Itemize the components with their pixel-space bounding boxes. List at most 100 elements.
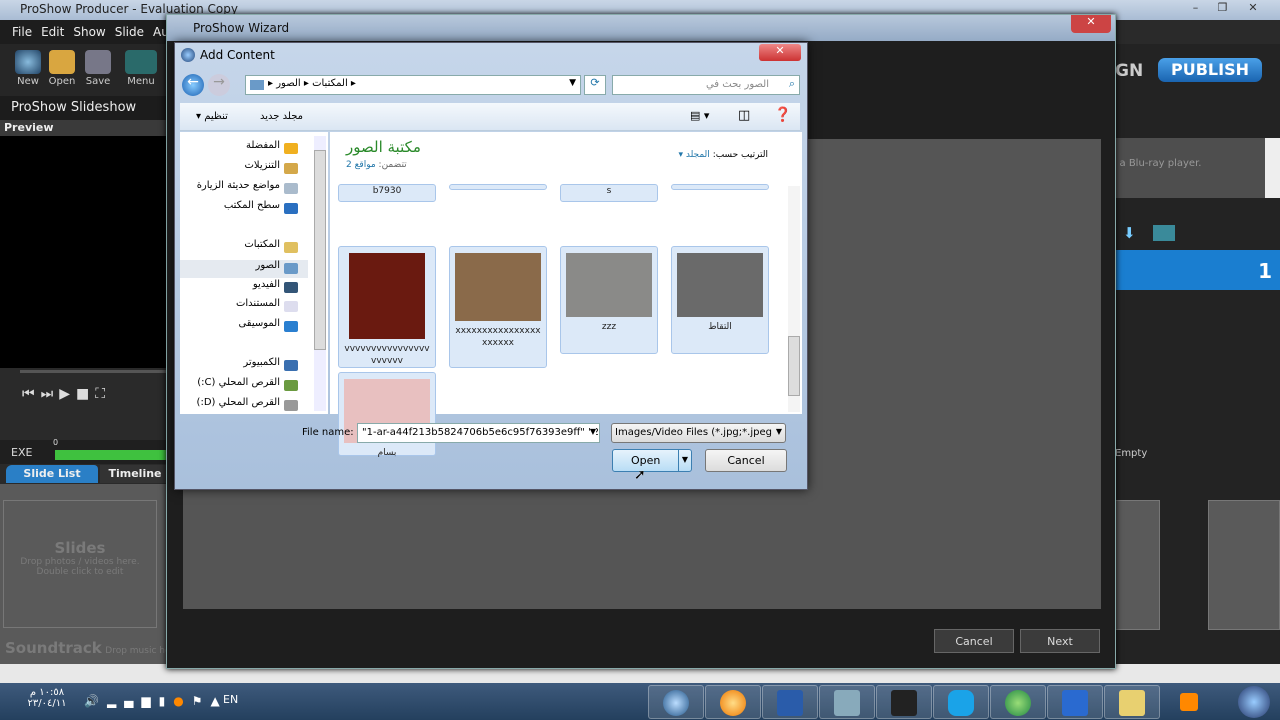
- file-tile[interactable]: b7930: [338, 184, 436, 202]
- taskbar-media[interactable]: [1161, 685, 1217, 719]
- breadcrumb-libraries[interactable]: المكتبات: [312, 78, 348, 89]
- wizard-close-button[interactable]: ✕: [1071, 15, 1111, 33]
- nav-item-label: سطح المكتب: [223, 200, 280, 211]
- nav-item[interactable]: الصور: [180, 260, 308, 278]
- slides-dropzone[interactable]: Slides Drop photos / videos here. Double…: [3, 500, 157, 628]
- nav-item[interactable]: التنزيلات: [180, 160, 308, 178]
- filename-dropdown-icon[interactable]: ▼: [589, 427, 596, 436]
- preview-scrubber[interactable]: [20, 370, 170, 373]
- file-tile[interactable]: xxxxxxxxxxxxxxxxxxxxxx: [449, 246, 547, 368]
- file-tile[interactable]: [449, 184, 547, 190]
- move-down-icon[interactable]: ⬇: [1123, 224, 1136, 242]
- nav-item[interactable]: سطح المكتب: [180, 200, 308, 218]
- nav-item[interactable]: المكتبات: [180, 239, 308, 257]
- address-bar[interactable]: ▸ المكتبات ▸ الصور ▸ ▼: [245, 75, 581, 95]
- restore-button[interactable]: ❐: [1210, 1, 1235, 17]
- organize-button[interactable]: ▾ تنظيم: [196, 111, 228, 122]
- file-tile[interactable]: التقاط: [671, 246, 769, 354]
- search-input[interactable]: الصور بحث في ⌕: [612, 75, 800, 95]
- menu-slide[interactable]: Slide: [115, 25, 144, 39]
- info-scrollbar[interactable]: [1265, 138, 1280, 198]
- library-locations-link[interactable]: مواقع 2: [346, 160, 376, 170]
- open-button[interactable]: Open: [45, 50, 79, 87]
- app-close-button[interactable]: ✕: [1238, 1, 1268, 17]
- play-icon[interactable]: ▶: [59, 386, 76, 402]
- action-center-flag-icon[interactable]: ⚑: [192, 694, 211, 708]
- nav-item[interactable]: الموسيقى: [180, 318, 308, 336]
- nav-item[interactable]: المستندات: [180, 298, 308, 316]
- file-tile[interactable]: بسام: [338, 372, 436, 458]
- file-tile[interactable]: vvvvvvvvvvvvvvvvvvvvvv: [338, 246, 436, 368]
- wizard-next-button[interactable]: Next: [1020, 629, 1100, 653]
- menu-file[interactable]: File: [12, 25, 32, 39]
- nav-item[interactable]: الفيديو: [180, 279, 308, 297]
- breadcrumb-pictures[interactable]: الصور: [276, 78, 301, 89]
- file-tile[interactable]: s: [560, 184, 658, 202]
- tab-timeline[interactable]: Timeline: [100, 465, 170, 483]
- nav-item[interactable]: المفضلة: [180, 140, 308, 158]
- clock[interactable]: ١٠:٥٨ م ٢٣/٠٤/١١: [22, 687, 72, 709]
- battery-icon[interactable]: ▮: [159, 694, 174, 708]
- file-type-dropdown-icon[interactable]: ▼: [776, 427, 782, 436]
- wizard-cancel-button[interactable]: Cancel: [934, 629, 1014, 653]
- language-indicator[interactable]: EN: [223, 693, 238, 706]
- open-dropdown-icon[interactable]: ▼: [678, 450, 691, 471]
- output-bar: EXE 0: [0, 438, 170, 464]
- design-tab-partial[interactable]: GN: [1115, 61, 1143, 81]
- selected-slide-row[interactable]: 1: [1115, 250, 1280, 290]
- taskbar-proshow[interactable]: [648, 685, 704, 719]
- network-icon[interactable]: ▂▄▆: [107, 694, 159, 708]
- nav-item[interactable]: الكمبيوتر: [180, 357, 308, 375]
- taskbar-explorer[interactable]: [1104, 685, 1160, 719]
- start-button[interactable]: [1238, 686, 1270, 718]
- menu-button[interactable]: Menu: [124, 50, 158, 87]
- taskbar-unicam[interactable]: [876, 685, 932, 719]
- help-icon[interactable]: ❓: [774, 107, 791, 123]
- nav-scrollbar[interactable]: [314, 136, 326, 411]
- taskbar-skype[interactable]: [933, 685, 989, 719]
- file-tile[interactable]: zzz: [560, 246, 658, 354]
- nav-item[interactable]: القرص المحلي (C:): [180, 377, 308, 395]
- slide-options-icon[interactable]: [1153, 225, 1175, 241]
- arrange-label: الترتيب حسب:: [712, 150, 768, 160]
- filename-input[interactable]: "1-ar-a44f213b5824706b5e6c95f76393e9ff" …: [357, 423, 600, 443]
- file-type-select[interactable]: Images/Video Files (*.jpg;*.jpeg ▼: [611, 423, 786, 443]
- arrange-dropdown[interactable]: المجلد: [686, 150, 710, 160]
- new-button[interactable]: New: [11, 50, 45, 87]
- taskbar-app-orange[interactable]: [705, 685, 761, 719]
- fullscreen-icon[interactable]: ⛶: [95, 386, 111, 402]
- forward-button[interactable]: →: [208, 74, 230, 96]
- previous-icon[interactable]: ⏮: [22, 386, 41, 402]
- taskbar-app[interactable]: [819, 685, 875, 719]
- taskbar-word[interactable]: [762, 685, 818, 719]
- stop-icon[interactable]: ■: [76, 386, 95, 402]
- minimize-button[interactable]: –: [1183, 1, 1208, 17]
- nav-item[interactable]: القرص المحلي (D:): [180, 397, 308, 415]
- volume-icon[interactable]: 🔊: [84, 694, 107, 708]
- open-button[interactable]: Open ▼: [612, 449, 692, 472]
- dialog-close-button[interactable]: ✕: [759, 44, 801, 61]
- back-button[interactable]: ←: [182, 74, 204, 96]
- menu-show[interactable]: Show: [73, 25, 105, 39]
- save-button[interactable]: Save: [81, 50, 115, 87]
- nav-item-label: المكتبات: [244, 239, 280, 250]
- next-frame-icon[interactable]: ⏭: [41, 386, 60, 402]
- taskbar-messenger[interactable]: [990, 685, 1046, 719]
- file-scrollbar[interactable]: [788, 186, 800, 412]
- cancel-button[interactable]: Cancel: [705, 449, 787, 472]
- preview-pane-icon[interactable]: ◫: [738, 108, 750, 123]
- messenger-icon: [1005, 690, 1031, 716]
- slide-slot[interactable]: [1208, 500, 1280, 630]
- nav-item[interactable]: مواضع حديثة الزيارة: [180, 180, 308, 198]
- soundtrack-dropzone[interactable]: Soundtrack Drop music here: [5, 639, 180, 657]
- tab-slide-list[interactable]: Slide List: [6, 465, 98, 483]
- taskbar-app-a[interactable]: [1047, 685, 1103, 719]
- new-folder-button[interactable]: مجلد جديد: [260, 111, 303, 122]
- file-tile[interactable]: [671, 184, 769, 190]
- view-options-icon[interactable]: ▤ ▾: [690, 109, 709, 122]
- menu-edit[interactable]: Edit: [41, 25, 64, 39]
- refresh-button[interactable]: ⟳: [584, 75, 606, 95]
- tray-app-icon[interactable]: ●: [173, 694, 191, 708]
- address-dropdown-icon[interactable]: ▼: [569, 78, 576, 88]
- publish-button[interactable]: PUBLISH: [1158, 58, 1262, 82]
